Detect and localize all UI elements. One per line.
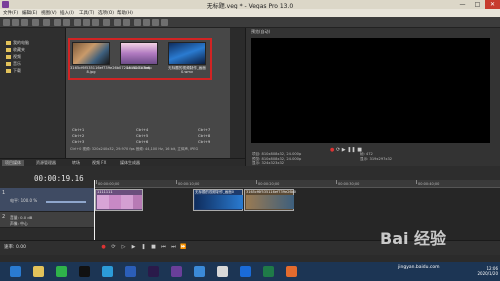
taskbar-clock: 12:06 2020/1/20 xyxy=(477,266,498,276)
snap-icon[interactable] xyxy=(114,19,121,26)
folder-icon xyxy=(6,55,11,59)
menu-view[interactable]: 视图(V) xyxy=(41,10,57,16)
paste-icon[interactable] xyxy=(92,19,99,26)
zoom-tool-icon[interactable] xyxy=(161,19,168,26)
loop-icon[interactable]: ⟳ xyxy=(336,147,340,153)
tree-item-music[interactable]: 音乐 xyxy=(6,61,21,66)
play-icon[interactable]: ▶ xyxy=(342,147,346,153)
delete-icon[interactable] xyxy=(103,19,110,26)
play-icon[interactable]: ▶ xyxy=(130,244,137,251)
preview-info-left: 项目: 810x808x32, 24.000p 预览: 810x808x32, … xyxy=(252,152,302,165)
maximize-button[interactable]: □ xyxy=(470,0,485,9)
media-status: Ctrl+0 视频: 320x240x32, 29.970 fps 音频: 44… xyxy=(70,147,199,151)
premiere-icon[interactable] xyxy=(148,266,159,277)
render-icon[interactable] xyxy=(43,19,50,26)
pause-icon[interactable]: ❚❚ xyxy=(347,147,355,153)
timecode-display: 00:00:19.16 xyxy=(34,174,84,183)
pause-icon[interactable]: ❚ xyxy=(140,244,147,251)
menu-options[interactable]: 选项(O) xyxy=(98,10,114,16)
media-thumb-video[interactable] xyxy=(168,42,206,65)
media-app-icon[interactable] xyxy=(263,266,274,277)
firefox-icon[interactable] xyxy=(286,266,297,277)
open-icon[interactable] xyxy=(12,19,19,26)
tree-item-favorites[interactable]: 收藏夹 xyxy=(6,47,25,52)
envelope-tool-icon[interactable] xyxy=(143,19,150,26)
close-button[interactable]: ✕ xyxy=(485,0,500,9)
prev-icon[interactable]: ⏮ xyxy=(160,244,167,251)
baidu-watermark-url: jingyan.baidu.com xyxy=(398,265,440,270)
copy-icon[interactable] xyxy=(83,19,90,26)
start-icon[interactable] xyxy=(10,266,21,277)
word-icon[interactable] xyxy=(125,266,136,277)
stop-icon[interactable]: ■ xyxy=(150,244,157,251)
media-caption-video: 无标题的视频制作_画面0.wmv xyxy=(168,66,206,74)
title-bar: 无标题.veg * - Vegas Pro 13.0 — □ ✕ xyxy=(0,0,500,10)
menu-bar: 文件(F) 编辑(E) 视图(V) 插入(I) 工具(T) 选项(O) 帮助(H… xyxy=(0,9,500,17)
main-transport: ● ⟳ ▷ ▶ ❚ ■ ⏮ ⏭ ⏩ xyxy=(100,244,260,252)
timeline-ruler[interactable]: 00:00:00;00 00:00:10;00 00:00:20;00 00:0… xyxy=(94,180,500,188)
video-track-header[interactable]: 1 电平: 100.0 % xyxy=(0,188,94,212)
app-icon[interactable] xyxy=(240,266,251,277)
dock-tabs: 项目媒体 资源管理器 转场 视频 FX 媒体生成器 xyxy=(0,158,245,166)
timeline-clip[interactable]: 1111111 xyxy=(95,189,143,211)
cut-icon[interactable] xyxy=(74,19,81,26)
rate-display: 速率: 0.00 xyxy=(4,245,26,250)
preview-info-right: 帧: 472 显示: 319x297x32 xyxy=(360,152,393,161)
redo-icon[interactable] xyxy=(63,19,70,26)
media-thumb-anime[interactable] xyxy=(120,42,158,65)
play-start-icon[interactable]: ▷ xyxy=(120,244,127,251)
audio-track-header[interactable]: 2 音量: 0.0 dB 声像: 中心 xyxy=(0,212,94,228)
main-toolbar xyxy=(0,17,500,28)
menu-tools[interactable]: 工具(T) xyxy=(79,10,94,16)
media-caption-anime: 1111111.bmp xyxy=(126,66,152,70)
vegas-taskbar-icon[interactable] xyxy=(171,266,182,277)
tree-item-computer[interactable]: 我的电脑 xyxy=(6,40,29,45)
qq-icon[interactable] xyxy=(79,266,90,277)
folder-icon xyxy=(6,62,11,66)
level-slider[interactable] xyxy=(46,201,86,203)
photos-icon[interactable] xyxy=(194,266,205,277)
timeline-clip[interactable]: 3165cf6f535116ef739e26b0 xyxy=(244,189,296,211)
menu-insert[interactable]: 插入(I) xyxy=(60,10,74,16)
new-icon[interactable] xyxy=(3,19,10,26)
folder-icon xyxy=(6,41,11,45)
folder-icon xyxy=(6,69,11,73)
chrome-icon[interactable] xyxy=(217,266,228,277)
selection-tool-icon[interactable] xyxy=(152,19,159,26)
playhead-cursor[interactable] xyxy=(94,180,95,240)
save-icon[interactable] xyxy=(21,19,28,26)
edit-tool-icon[interactable] xyxy=(134,19,141,26)
tree-item-videos[interactable]: 视频 xyxy=(6,54,21,59)
wechat-icon[interactable] xyxy=(56,266,67,277)
preview-quality-select[interactable]: 预览(自动) xyxy=(251,29,270,35)
media-caption-photo: 3165cf6f535116ef739e26b0720ebf4d5d7b6 8.… xyxy=(70,66,150,74)
explorer-tree: 我的电脑 收藏夹 视频 音乐 下载 xyxy=(0,28,66,158)
undo-icon[interactable] xyxy=(54,19,61,26)
tree-item-downloads[interactable]: 下载 xyxy=(6,68,21,73)
explorer-icon[interactable] xyxy=(33,266,44,277)
browser-icon[interactable] xyxy=(102,266,113,277)
folder-icon xyxy=(6,48,11,52)
menu-file[interactable]: 文件(F) xyxy=(3,10,18,16)
preview-transport: ● ⟳ ▶ ❚❚ ■ xyxy=(330,147,362,153)
properties-icon[interactable] xyxy=(32,19,39,26)
record-icon[interactable]: ● xyxy=(330,147,334,153)
minimize-button[interactable]: — xyxy=(455,0,470,9)
end-icon[interactable]: ⏩ xyxy=(180,244,187,251)
record-icon[interactable]: ● xyxy=(100,244,107,251)
crossfade-icon[interactable] xyxy=(123,19,130,26)
baidu-watermark: Bai 经验 xyxy=(380,229,447,248)
loop-icon[interactable]: ⟳ xyxy=(110,244,117,251)
menu-help[interactable]: 帮助(H) xyxy=(117,10,133,16)
next-icon[interactable]: ⏭ xyxy=(170,244,177,251)
timeline-clip[interactable]: 无标题的视频制作_画面0 xyxy=(193,189,243,211)
shortcut-grid: Ctrl+1 Ctrl+4 Ctrl+7 Ctrl+2 Ctrl+5 Ctrl+… xyxy=(72,127,211,144)
media-thumb-photo[interactable] xyxy=(72,42,110,65)
video-preview-screen xyxy=(251,38,490,143)
menu-edit[interactable]: 编辑(E) xyxy=(22,10,37,16)
